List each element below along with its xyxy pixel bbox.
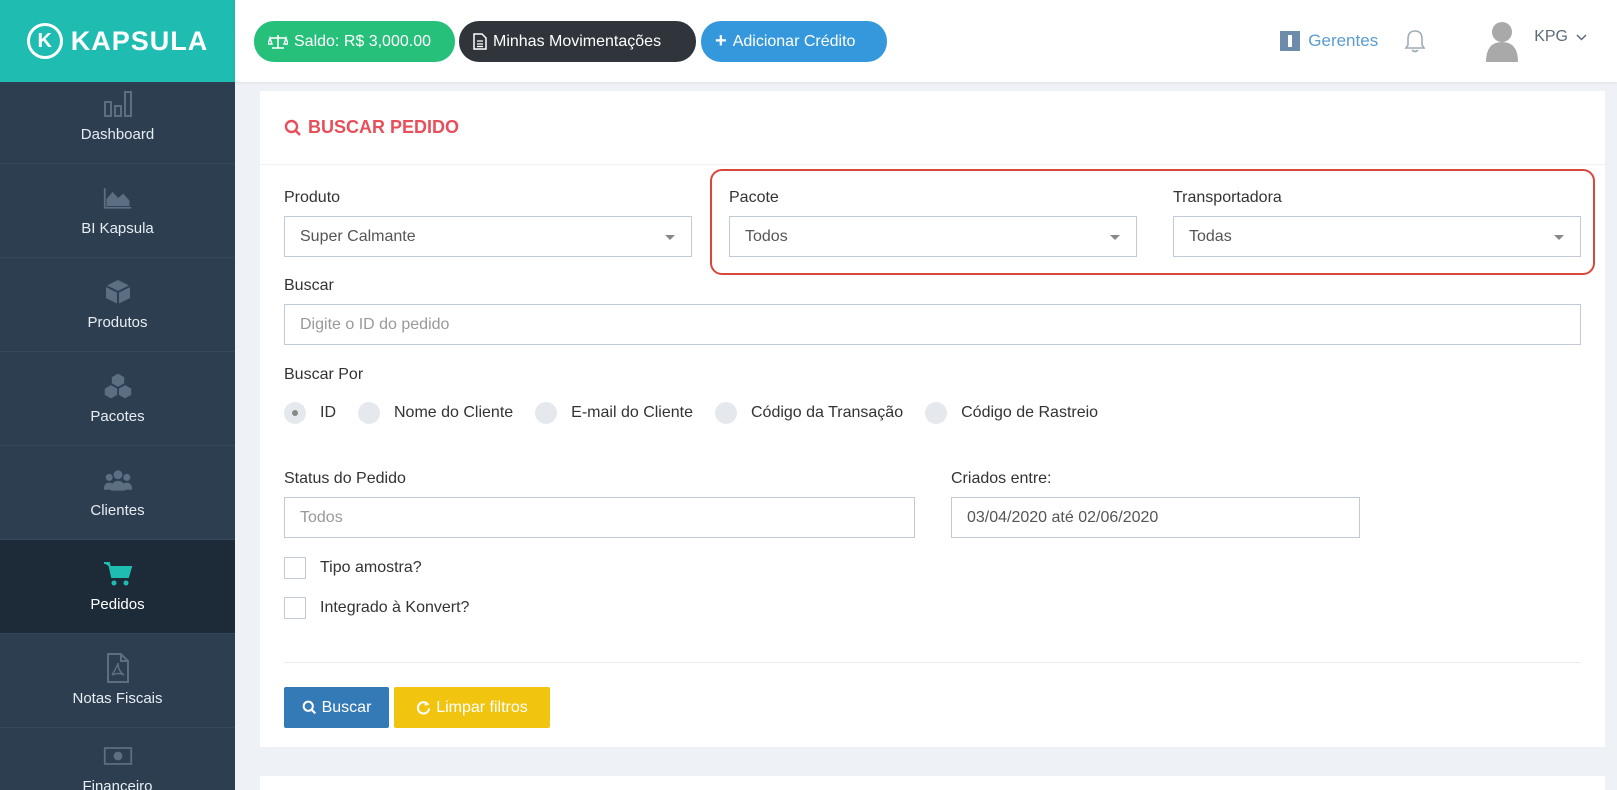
sidebar-item-label: Financeiro	[82, 778, 153, 790]
search-icon	[302, 700, 316, 715]
gerentes-link[interactable]: Gerentes	[1280, 31, 1378, 51]
tipo-amostra-checkbox[interactable]	[284, 557, 306, 579]
user-menu[interactable]: KPG	[1534, 28, 1587, 46]
plus-icon: +	[715, 30, 727, 52]
sidebar-item-pedidos[interactable]: Pedidos	[0, 540, 235, 634]
money-icon	[103, 742, 133, 770]
sidebar-item-label: Pacotes	[90, 408, 145, 425]
card-title-label: BUSCAR PEDIDO	[308, 117, 460, 137]
movimentacoes-label: Minhas Movimentações	[493, 32, 662, 50]
transportadora-value: Todas	[1189, 227, 1232, 245]
buscar-por-radio-group: ID Nome do Cliente E-mail do Cliente Cód…	[284, 402, 1120, 424]
sidebar-item-label: Pedidos	[90, 596, 145, 613]
saldo-label: Saldo: R$ 3,000.00	[294, 32, 431, 50]
integrado-row: Integrado à Konvert?	[284, 597, 469, 619]
buscar-por-label: Buscar Por	[284, 366, 364, 383]
caret-down-icon	[1554, 235, 1564, 240]
tipo-amostra-label: Tipo amostra?	[320, 559, 422, 576]
pacote-select[interactable]: Todos	[729, 216, 1137, 257]
status-placeholder: Todos	[300, 508, 343, 526]
sidebar-item-label: BI Kapsula	[81, 220, 154, 237]
tipo-amostra-row: Tipo amostra?	[284, 557, 422, 579]
adicionar-credito-button[interactable]: + Adicionar Crédito	[701, 21, 887, 62]
logo-mark-icon: K	[26, 23, 63, 59]
area-chart-icon	[103, 184, 133, 212]
results-card	[260, 776, 1605, 790]
integrado-checkbox[interactable]	[284, 597, 306, 619]
sidebar-item-notas-fiscais[interactable]: Notas Fiscais	[0, 634, 235, 728]
sidebar-item-produtos[interactable]: Produtos	[0, 258, 235, 352]
radio-codigo-transacao[interactable]	[715, 402, 737, 424]
produto-select[interactable]: Super Calmante	[284, 216, 692, 257]
limpar-filtros-label: Limpar filtros	[436, 698, 528, 716]
radio-email-cliente[interactable]	[535, 402, 558, 424]
cube-icon	[103, 278, 133, 306]
user-name: KPG	[1534, 28, 1568, 45]
sidebar-item-bi-kapsula[interactable]: BI Kapsula	[0, 164, 235, 258]
sidebar-item-label: Notas Fiscais	[72, 690, 163, 707]
saldo-button[interactable]: Saldo: R$ 3,000.00	[254, 21, 455, 62]
sidebar-item-dashboard[interactable]: Dashboard	[0, 82, 235, 164]
radio-label: Código da Transação	[751, 404, 904, 421]
minhas-movimentacoes-button[interactable]: Minhas Movimentações	[459, 21, 696, 62]
transportadora-select[interactable]: Todas	[1173, 216, 1581, 257]
pdf-file-icon	[103, 653, 133, 683]
sidebar-item-pacotes[interactable]: Pacotes	[0, 352, 235, 446]
buscar-placeholder: Digite o ID do pedido	[300, 315, 450, 333]
sidebar-item-label: Clientes	[90, 502, 145, 519]
chevron-down-icon	[1576, 33, 1587, 41]
radio-label: E-mail do Cliente	[571, 404, 693, 421]
manager-badge-icon	[1280, 31, 1301, 51]
sidebar-item-label: Produtos	[87, 314, 148, 331]
adicionar-credito-label: Adicionar Crédito	[732, 32, 856, 50]
transportadora-label: Transportadora	[1173, 189, 1282, 206]
buscar-button[interactable]: Buscar	[284, 687, 389, 728]
pacote-label: Pacote	[729, 189, 779, 206]
buscar-input[interactable]: Digite o ID do pedido	[284, 304, 1581, 345]
limpar-filtros-button[interactable]: Limpar filtros	[394, 687, 550, 728]
top-navbar: Saldo: R$ 3,000.00 Minhas Movimentações …	[235, 0, 1617, 82]
file-text-icon	[473, 33, 487, 50]
cubes-icon	[103, 372, 133, 400]
cart-icon	[103, 560, 133, 588]
criados-label: Criados entre:	[951, 470, 1052, 487]
buscar-button-label: Buscar	[321, 698, 372, 716]
radio-nome-cliente[interactable]	[358, 402, 380, 424]
integrado-label: Integrado à Konvert?	[320, 599, 470, 616]
produto-label: Produto	[284, 189, 341, 206]
radio-label: ID	[320, 404, 336, 421]
sidebar-item-financeiro[interactable]: Financeiro	[0, 728, 235, 790]
balance-scale-icon	[268, 34, 288, 49]
users-icon	[103, 466, 133, 494]
status-label: Status do Pedido	[284, 470, 406, 487]
sidebar-item-label: Dashboard	[80, 126, 155, 143]
search-card: BUSCAR PEDIDO Produto Super Calmante Pac…	[260, 91, 1605, 747]
search-icon	[284, 119, 301, 136]
avatar[interactable]	[1484, 20, 1520, 62]
produto-value: Super Calmante	[300, 227, 416, 245]
pacote-value: Todos	[745, 227, 788, 245]
brand-name: KAPSULA	[70, 25, 209, 56]
refresh-icon	[417, 700, 431, 715]
date-range-value: 03/04/2020 até 02/06/2020	[967, 508, 1159, 526]
bar-chart-icon	[103, 90, 133, 118]
caret-down-icon	[665, 235, 675, 240]
radio-label: Código de Rastreio	[961, 404, 1099, 421]
sidebar-item-clientes[interactable]: Clientes	[0, 446, 235, 540]
status-select[interactable]: Todos	[284, 497, 915, 538]
bell-icon[interactable]	[1404, 29, 1426, 53]
sidebar: K KAPSULA Dashboard BI Kapsula Produtos …	[0, 0, 235, 790]
divider	[284, 662, 1581, 663]
card-title: BUSCAR PEDIDO	[260, 91, 1605, 165]
radio-codigo-rastreio[interactable]	[925, 402, 948, 424]
brand-logo[interactable]: K KAPSULA	[0, 0, 235, 82]
buscar-label: Buscar	[284, 277, 334, 294]
radio-label: Nome do Cliente	[394, 404, 514, 421]
caret-down-icon	[1110, 235, 1120, 240]
date-range-input[interactable]: 03/04/2020 até 02/06/2020	[951, 497, 1360, 538]
gerentes-label: Gerentes	[1308, 31, 1379, 50]
radio-id[interactable]	[284, 402, 306, 424]
